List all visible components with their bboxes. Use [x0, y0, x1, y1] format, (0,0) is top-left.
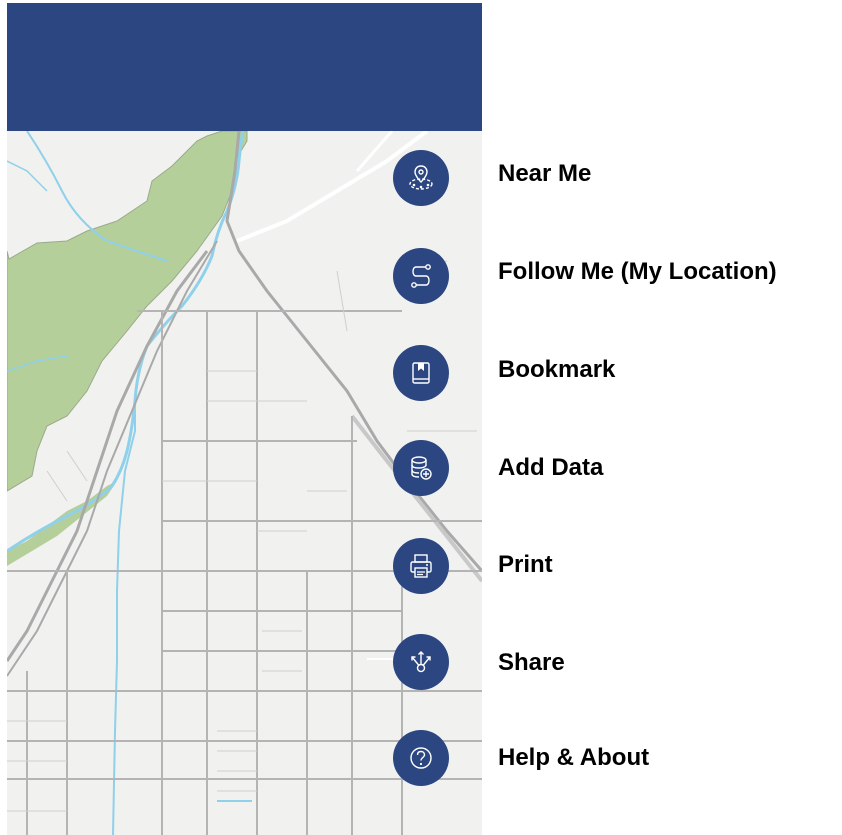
railway [225, 131, 482, 572]
map-pin-area-icon [409, 165, 433, 190]
help-about-button[interactable] [393, 730, 449, 786]
share-button[interactable] [393, 634, 449, 690]
share-arrows-icon [411, 651, 431, 673]
print-label[interactable]: Print [498, 550, 553, 580]
help-about-label[interactable]: Help & About [498, 743, 649, 773]
add-data-button[interactable] [393, 440, 449, 496]
printer-icon [410, 554, 432, 578]
bookmark-label[interactable]: Bookmark [498, 355, 615, 385]
near-me-label[interactable]: Near Me [498, 159, 591, 189]
highway [355, 131, 394, 172]
creek [7, 160, 48, 192]
question-circle-icon [410, 747, 432, 769]
follow-me-label[interactable]: Follow Me (My Location) [498, 257, 777, 287]
follow-me-button[interactable] [393, 248, 449, 304]
bookmark-book-icon [412, 362, 430, 384]
canal [112, 401, 136, 835]
database-add-icon [411, 456, 432, 480]
bookmark-button[interactable] [393, 345, 449, 401]
share-label[interactable]: Share [498, 648, 565, 678]
near-me-button[interactable] [393, 150, 449, 206]
route-path-icon [411, 264, 431, 288]
app-header [7, 3, 482, 131]
print-button[interactable] [393, 538, 449, 594]
app-panel [7, 3, 482, 835]
add-data-label[interactable]: Add Data [498, 453, 603, 483]
